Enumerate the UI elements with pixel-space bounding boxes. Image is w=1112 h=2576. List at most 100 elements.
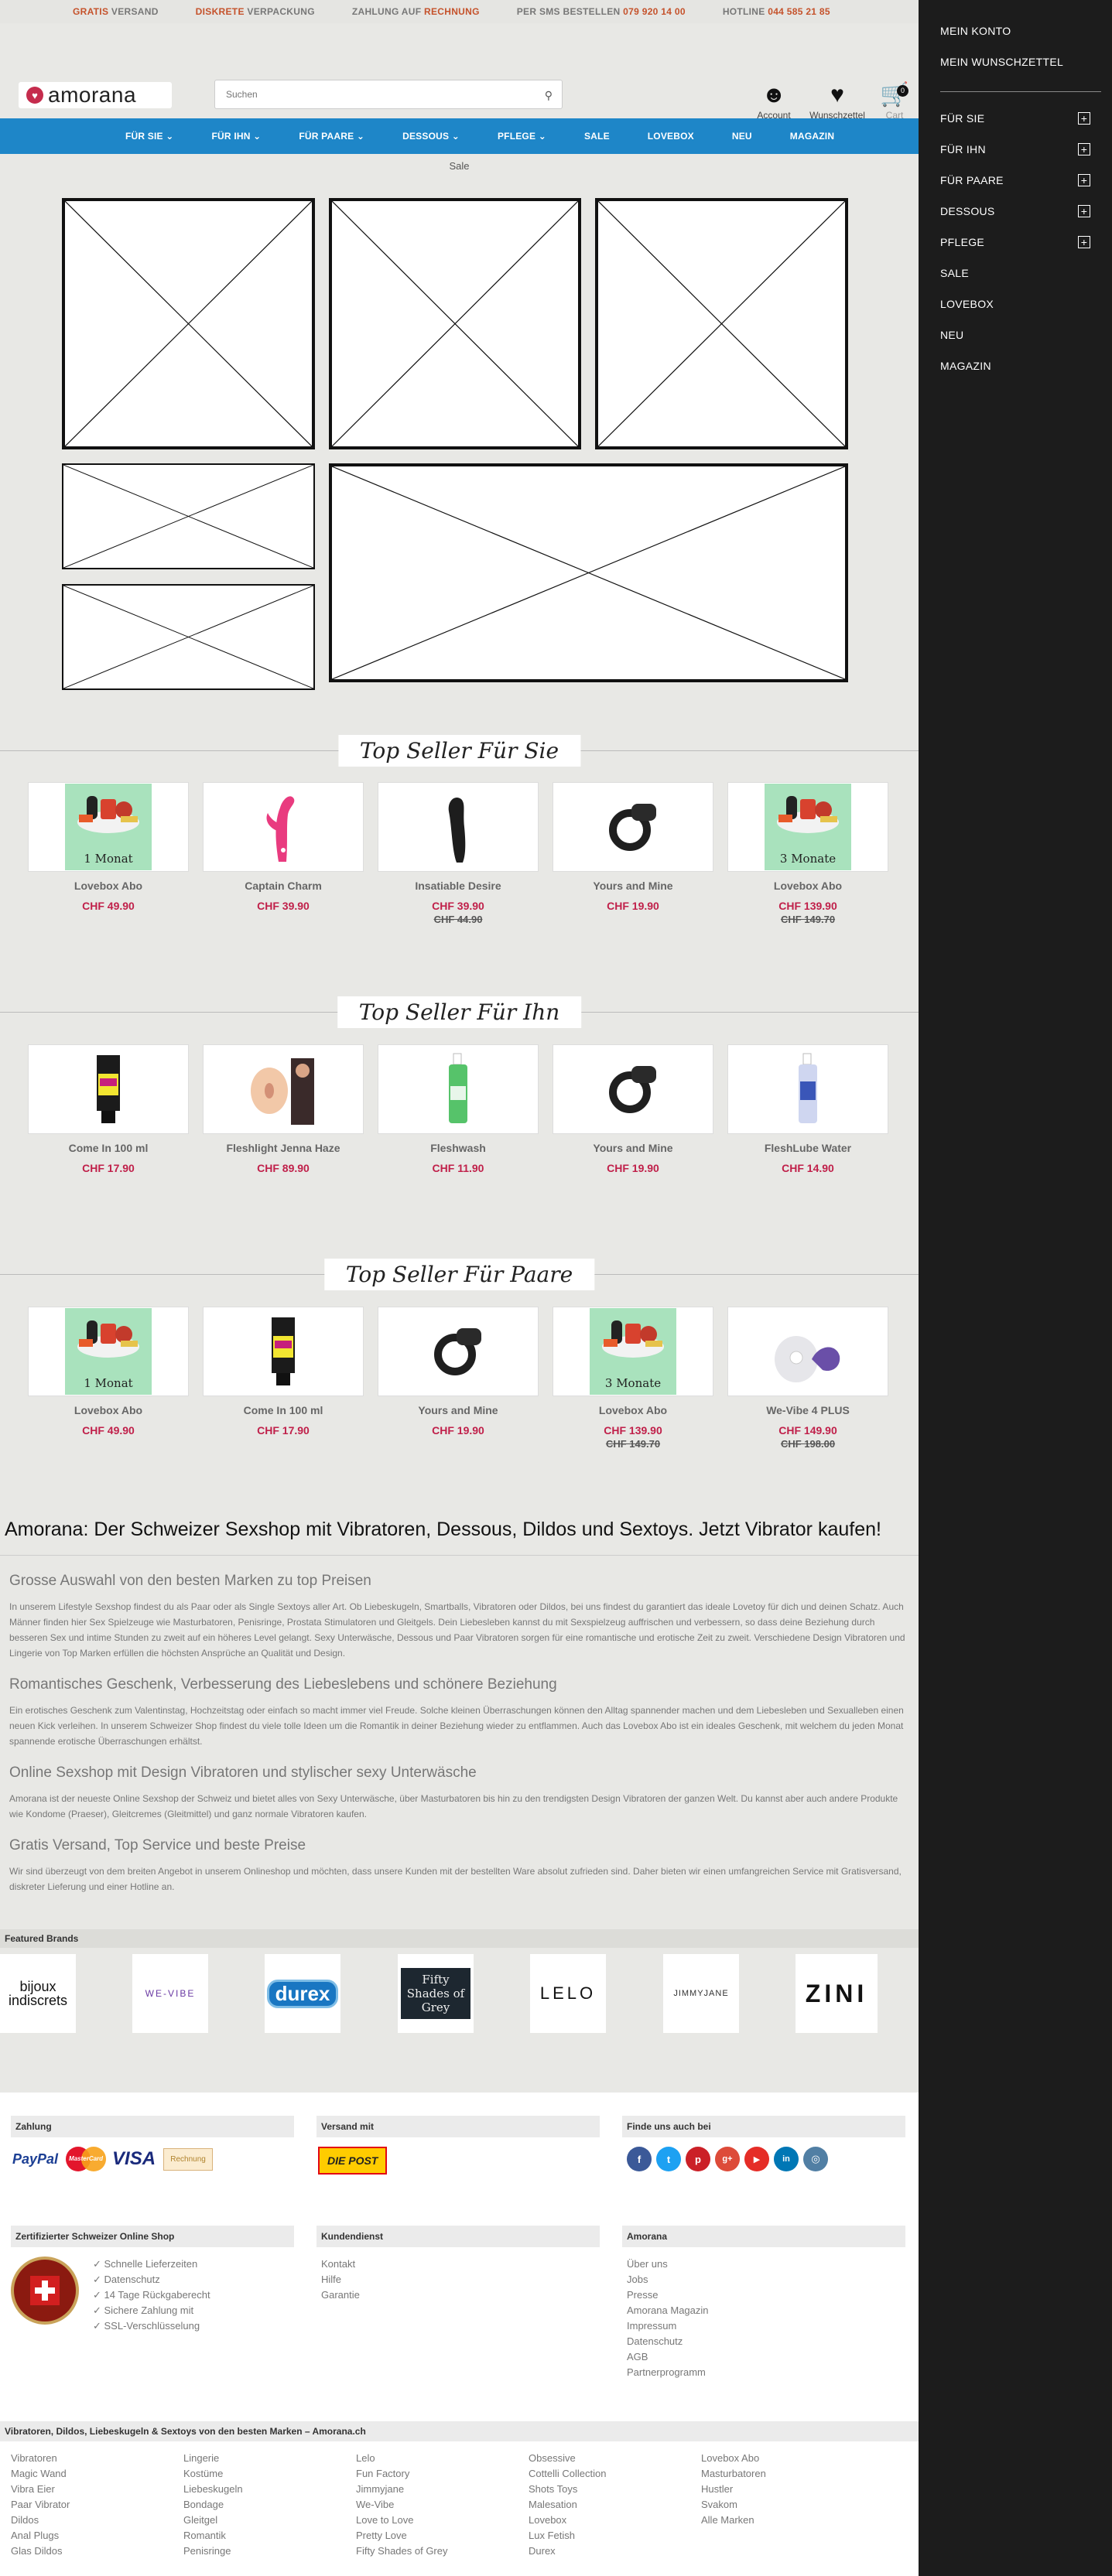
product-name[interactable]: Insatiable Desire <box>378 880 539 892</box>
product-card[interactable]: Fleshlight Jenna Haze CHF 89.90 <box>203 1044 364 1174</box>
side-menu-item[interactable]: FÜR PAARE + <box>919 165 1112 196</box>
seo-link[interactable]: Hustler <box>701 2482 874 2497</box>
search-icon[interactable]: ⚲ <box>545 89 553 102</box>
seo-link[interactable]: Magic Wand <box>11 2466 183 2482</box>
product-card[interactable]: 3 Monate Lovebox Abo CHF 139.90 CHF 149.70 <box>727 782 888 925</box>
banner-placeholder-6[interactable] <box>329 463 848 682</box>
seo-link[interactable]: Vibra Eier <box>11 2482 183 2497</box>
product-card[interactable]: 1 Monat Lovebox Abo CHF 49.90 <box>28 782 189 925</box>
seo-link[interactable]: Alle Marken <box>701 2513 874 2528</box>
side-menu-item[interactable]: PFLEGE + <box>919 227 1112 258</box>
nav-neu[interactable]: NEU <box>732 131 752 142</box>
nav-dessous[interactable]: DESSOUS ⌄ <box>402 131 460 142</box>
product-image[interactable]: 3 Monate <box>727 782 888 872</box>
google-plus-icon[interactable]: g+ <box>715 2147 740 2171</box>
product-image[interactable]: 1 Monat <box>28 1307 189 1396</box>
brand-jimmyjane[interactable]: JIMMYJANE <box>663 1954 739 2033</box>
product-card[interactable]: We-Vibe 4 PLUS CHF 149.90 CHF 198.00 <box>727 1307 888 1450</box>
seo-link[interactable]: Glas Dildos <box>11 2544 183 2559</box>
seo-link[interactable]: Lingerie <box>183 2451 356 2466</box>
nav-fuer-sie[interactable]: FÜR SIE ⌄ <box>125 131 174 142</box>
footer-link-kontakt[interactable]: Kontakt <box>321 2257 600 2272</box>
product-card[interactable]: 3 Monate Lovebox Abo CHF 139.90 CHF 149.70 <box>553 1307 713 1450</box>
usp-hotline[interactable]: HOTLINE 044 585 21 85 <box>723 6 830 17</box>
account-link[interactable]: ☻ Account <box>752 80 796 121</box>
product-name[interactable]: Lovebox Abo <box>553 1404 713 1416</box>
product-image[interactable] <box>28 1044 189 1134</box>
side-menu-item[interactable]: LOVEBOX <box>919 289 1112 319</box>
product-image[interactable] <box>378 1307 539 1396</box>
seo-link[interactable]: Fun Factory <box>356 2466 529 2482</box>
side-menu-item[interactable]: FÜR IHN + <box>919 134 1112 165</box>
product-card[interactable]: Yours and Mine CHF 19.90 <box>553 1044 713 1174</box>
seo-link[interactable]: Cottelli Collection <box>529 2466 701 2482</box>
expand-plus-icon[interactable]: + <box>1078 236 1090 248</box>
seo-link[interactable]: Masturbatoren <box>701 2466 874 2482</box>
nav-fuer-paare[interactable]: FÜR PAARE ⌄ <box>299 131 364 142</box>
seo-link[interactable]: Fifty Shades of Grey <box>356 2544 529 2559</box>
expand-plus-icon[interactable]: + <box>1078 143 1090 155</box>
brand-durex[interactable]: durex <box>265 1954 340 2033</box>
product-card[interactable]: FleshLube Water CHF 14.90 <box>727 1044 888 1174</box>
seo-link[interactable]: Dildos <box>11 2513 183 2528</box>
banner-placeholder-5[interactable] <box>62 584 315 690</box>
product-name[interactable]: Yours and Mine <box>553 1142 713 1154</box>
seo-link[interactable]: Durex <box>529 2544 701 2559</box>
brand-bijoux[interactable]: bijoux indiscrets <box>0 1954 76 2033</box>
seo-link[interactable]: Kostüme <box>183 2466 356 2482</box>
footer-link[interactable]: AGB <box>627 2349 905 2365</box>
usp-sms[interactable]: PER SMS BESTELLEN 079 920 14 00 <box>517 6 686 17</box>
nav-lovebox[interactable]: LOVEBOX <box>648 131 694 142</box>
footer-link[interactable]: Presse <box>627 2287 905 2303</box>
banner-placeholder-4[interactable] <box>62 463 315 569</box>
amorana-logo[interactable]: ♥ amorana <box>19 82 172 108</box>
seo-link[interactable]: Bondage <box>183 2497 356 2513</box>
product-name[interactable]: Fleshlight Jenna Haze <box>203 1142 364 1154</box>
side-menu-item[interactable]: SALE <box>919 258 1112 289</box>
seo-link[interactable]: Love to Love <box>356 2513 529 2528</box>
product-name[interactable]: Yours and Mine <box>553 880 713 892</box>
product-image[interactable] <box>378 782 539 872</box>
product-name[interactable]: FleshLube Water <box>727 1142 888 1154</box>
nav-magazin[interactable]: MAGAZIN <box>790 131 834 142</box>
nav-sale[interactable]: SALE <box>584 131 610 142</box>
footer-link[interactable]: Über uns <box>627 2257 905 2272</box>
brand-fifty-shades[interactable]: Fifty Shades of Grey <box>398 1954 474 2033</box>
product-name[interactable]: We-Vibe 4 PLUS <box>727 1404 888 1416</box>
instagram-icon[interactable]: ◎ <box>803 2147 828 2171</box>
product-name[interactable]: Fleshwash <box>378 1142 539 1154</box>
nav-fuer-ihn[interactable]: FÜR IHN ⌄ <box>212 131 262 142</box>
expand-plus-icon[interactable]: + <box>1078 174 1090 186</box>
product-image[interactable]: 1 Monat <box>28 782 189 872</box>
seo-link[interactable]: Shots Toys <box>529 2482 701 2497</box>
seo-link[interactable]: Obsessive <box>529 2451 701 2466</box>
seo-link[interactable]: Lovebox Abo <box>701 2451 874 2466</box>
banner-placeholder-2[interactable] <box>329 198 581 449</box>
side-menu-item[interactable]: NEU <box>919 319 1112 350</box>
footer-link[interactable]: Jobs <box>627 2272 905 2287</box>
product-card[interactable]: Insatiable Desire CHF 39.90 CHF 44.90 <box>378 782 539 925</box>
product-name[interactable]: Captain Charm <box>203 880 364 892</box>
product-image[interactable] <box>378 1044 539 1134</box>
product-card[interactable]: Captain Charm CHF 39.90 <box>203 782 364 925</box>
product-card[interactable]: Come In 100 ml CHF 17.90 <box>28 1044 189 1174</box>
side-menu-item[interactable]: FÜR SIE + <box>919 103 1112 134</box>
product-name[interactable]: Come In 100 ml <box>203 1404 364 1416</box>
product-image[interactable]: 3 Monate <box>553 1307 713 1396</box>
product-name[interactable]: Lovebox Abo <box>727 880 888 892</box>
seo-link[interactable]: Romantik <box>183 2528 356 2544</box>
expand-plus-icon[interactable]: + <box>1078 205 1090 217</box>
side-my-wishlist[interactable]: MEIN WUNSCHZETTEL <box>919 46 1112 77</box>
banner-placeholder-3[interactable] <box>595 198 848 449</box>
side-my-account[interactable]: MEIN KONTO <box>919 15 1112 46</box>
footer-link-hilfe[interactable]: Hilfe <box>321 2272 600 2287</box>
product-image[interactable] <box>727 1307 888 1396</box>
product-card[interactable]: Fleshwash CHF 11.90 <box>378 1044 539 1174</box>
seo-link[interactable]: Liebeskugeln <box>183 2482 356 2497</box>
brand-lelo[interactable]: LELO <box>530 1954 606 2033</box>
product-image[interactable] <box>203 1307 364 1396</box>
product-image[interactable] <box>553 782 713 872</box>
facebook-icon[interactable]: f <box>627 2147 652 2171</box>
footer-link[interactable]: Datenschutz <box>627 2334 905 2349</box>
footer-link[interactable]: Amorana Magazin <box>627 2303 905 2318</box>
